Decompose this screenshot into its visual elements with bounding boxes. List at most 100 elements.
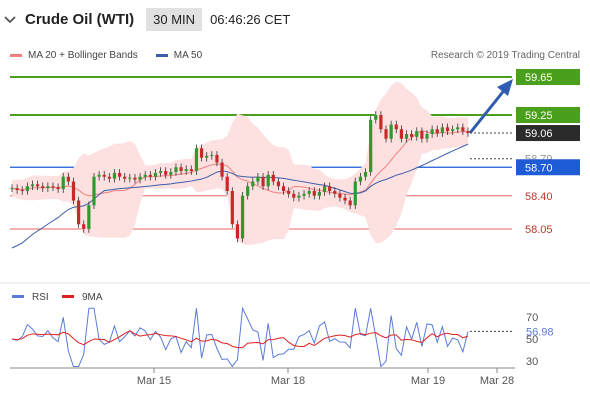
candle-body [15,188,19,191]
candle-body [246,186,250,196]
candle-body [256,176,260,182]
candle-body [451,129,455,132]
candle-body [189,169,193,172]
candle-body [25,186,29,191]
candle-body [307,191,311,194]
rsi-swatch [12,295,24,298]
candle-body [194,148,199,172]
rsi-ma-swatch [62,295,74,298]
support-label-6: 58.05 [525,224,553,236]
candle-body [276,181,281,187]
candle-body [174,167,178,172]
x-tick-1: Mar 18 [271,375,305,387]
support-label-5: 58.40 [525,191,553,203]
candle-body [107,176,111,179]
last-price-label: 59.06 [525,128,553,140]
candle-body [10,188,14,190]
candle-body [461,127,465,132]
candle-body [56,187,60,190]
x-tick-0: Mar 15 [137,375,171,387]
candle-body [420,131,424,139]
candle-body [133,177,137,180]
resistance-label-0: 59.65 [525,72,553,84]
candle-body [404,134,409,139]
candle-body [199,148,204,158]
projection-arrowhead [497,79,513,96]
candle-body [394,124,398,130]
candle-body [445,127,450,132]
candle-body [389,124,393,139]
candle-body [399,129,403,139]
candle-body [281,186,286,191]
candle-body [220,162,224,177]
resistance-label-1: 59.25 [525,110,553,122]
candle-body [379,115,383,130]
candle-body [353,181,357,206]
candle-body [435,129,439,134]
rsi-tick-2: 50 [526,334,538,346]
candle-body [374,115,378,120]
candle-body [251,181,255,187]
candle-body [123,176,127,179]
candle-body [92,176,96,206]
candle-body [46,186,50,189]
candle-body [317,191,322,196]
candle-body [179,167,183,172]
candle-body [36,184,40,187]
candle-body [312,191,316,196]
projection-arrow [468,87,508,134]
candle-body [333,191,337,194]
candle-body [328,186,332,191]
rsi-ma-legend-label: 9MA [82,292,103,303]
candle-body [240,195,245,239]
candle-body [430,129,434,134]
candle-body [369,119,373,172]
candle-body [117,172,122,177]
candle-body [128,177,132,179]
candle-body [410,134,414,137]
candle-body [415,131,419,137]
candle-body [440,127,444,134]
x-tick-2: Mar 19 [411,375,445,387]
rsi-line [11,306,469,368]
candle-body [287,191,291,194]
candle-body [148,174,152,177]
rsi-tick-0: 70 [526,312,538,324]
candle-body [261,176,265,187]
candle-body [87,205,91,229]
candle-body [292,193,296,198]
candle-body [266,174,270,187]
candle-body [215,154,219,163]
candle-body [102,174,106,177]
candle-body [425,134,429,139]
candle-body [158,171,163,173]
candle-body [384,129,388,139]
candle-body [205,155,209,158]
candle-body [51,186,55,188]
candle-body [235,224,240,239]
candle-body [82,224,86,229]
candle-body [322,186,327,192]
candle-body [71,181,76,201]
candle-body [66,176,70,182]
candle-body [153,172,158,177]
candle-body [77,200,81,225]
candle-body [210,154,214,156]
candle-body [230,191,234,225]
candle-body [143,174,147,177]
candle-body [164,171,168,175]
rsi-panel: RSI 9MA7056.985030 [0,282,590,368]
candle-body [169,172,173,175]
bollinger-band [12,81,468,246]
price-panel: 59.6559.2559.0658.7958.7058.4058.05 [10,69,580,249]
candle-body [358,176,363,182]
rsi-legend-label: RSI [32,292,49,303]
candle-body [348,200,352,206]
candle-body [20,190,24,192]
chart-canvas: 59.6559.2559.0658.7958.7058.4058.05 RSI9… [0,69,590,387]
candle-body [302,193,306,196]
candle-body [97,174,101,177]
candle-body [271,174,275,182]
candle-body [343,197,347,201]
candle-body [363,172,368,177]
